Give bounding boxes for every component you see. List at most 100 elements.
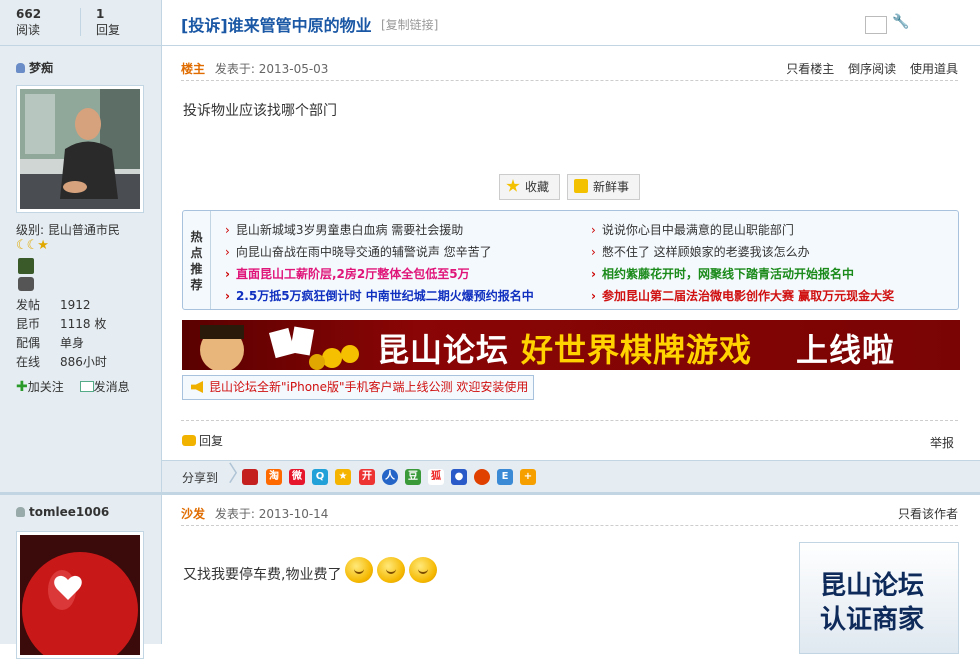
- author-sidebar: 662 阅读 1 回复 梦痴 级别: 昆山普通市民 ☾☾★ 发帖 1912 昆币 1…: [0, 0, 162, 659]
- hot-recommend-box: 热点推荐 昆山新城域3岁男童患白血病 需要社会援助 说说你心目中最满意的昆山职能…: [182, 210, 959, 310]
- replies-count: 1: [96, 7, 105, 21]
- stat-key: 配偶: [16, 336, 41, 350]
- share-more-icon[interactable]: +: [520, 469, 536, 485]
- stat-row: 昆币 1118 枚: [16, 315, 106, 334]
- post-separator: [0, 492, 161, 495]
- share-note-icon[interactable]: E: [497, 469, 513, 485]
- stats-divider: [80, 8, 81, 36]
- hot-label-text: 热点推荐: [190, 230, 203, 292]
- hot-link[interactable]: 说说你心目中最满意的昆山职能部门: [591, 221, 794, 238]
- share-apple-icon[interactable]: [474, 469, 490, 485]
- chevron-right-icon: 〉: [228, 462, 251, 487]
- stat-value: 1912: [60, 298, 91, 312]
- banner-artwork: [200, 325, 359, 370]
- avatar[interactable]: [16, 85, 144, 213]
- follow-label: 加关注: [27, 380, 64, 394]
- stat-value: 886小时: [60, 355, 107, 369]
- hot-link[interactable]: 2.5万抵5万疯狂倒计时 中南世纪城二期火爆预约报名中: [225, 287, 534, 304]
- follow-button[interactable]: ✚加关注: [16, 378, 64, 395]
- message-label: 发消息: [93, 380, 130, 394]
- share-weibo-icon[interactable]: [242, 469, 258, 485]
- replies-stat: 1 回复: [96, 6, 120, 38]
- notice-text: 昆山论坛全新"iPhone版"手机客户端上线公测 欢迎安装使用: [209, 380, 529, 394]
- hot-link[interactable]: 向昆山奋战在雨中晓导交通的辅警说声 您辛苦了: [225, 243, 492, 260]
- divider: [181, 525, 958, 526]
- user-icon: [16, 63, 25, 73]
- share-kaixin-icon[interactable]: 开: [359, 469, 375, 485]
- thread-title[interactable]: [投诉]谁来管管中原的物业: [181, 12, 372, 36]
- level-moon-icons: ☾☾★: [16, 238, 49, 253]
- game-banner-ad[interactable]: 昆山论坛 好世界棋牌游戏 上线啦: [182, 320, 960, 370]
- select-checkbox[interactable]: [865, 16, 887, 34]
- share-sina-icon[interactable]: 微: [289, 469, 305, 485]
- report-button[interactable]: 举报: [930, 434, 954, 451]
- reverse-order-link[interactable]: 倒序阅读: [848, 62, 896, 76]
- divider: [181, 420, 958, 421]
- wrench-icon[interactable]: 🔧: [892, 14, 909, 32]
- only-this-author-link[interactable]: 只看该作者: [898, 505, 958, 522]
- stat-value: 1118 枚: [60, 317, 107, 331]
- share-sohu-icon[interactable]: 狐: [428, 469, 444, 485]
- hot-link[interactable]: 憋不住了 这样顾娘家的老婆我该怎么办: [591, 243, 810, 260]
- only-author-link[interactable]: 只看楼主: [786, 62, 834, 76]
- reply-icon: [182, 435, 196, 446]
- news-icon: [574, 179, 588, 193]
- star-icon: [506, 179, 520, 192]
- author2-name-link[interactable]: tomlee1006: [29, 505, 109, 519]
- author-name[interactable]: 梦痴: [16, 59, 53, 76]
- app-notice[interactable]: 昆山论坛全新"iPhone版"手机客户端上线公测 欢迎安装使用: [182, 375, 534, 400]
- floor-label: 楼主: [181, 62, 206, 76]
- views-count: 662: [16, 7, 42, 21]
- share-qzone-icon[interactable]: Q: [312, 469, 328, 485]
- medal-badge-icon: [18, 258, 34, 274]
- avatar2[interactable]: [16, 531, 144, 659]
- emoji-smile-icon: [377, 557, 406, 583]
- reply-button[interactable]: 回复: [182, 432, 223, 449]
- share-baidu-icon[interactable]: ●: [451, 469, 467, 485]
- hot-link[interactable]: 直面昆山工薪阶层,2房2厅整体全包低至5万: [225, 265, 470, 282]
- post2-content: 又找我要停车费,物业费了: [183, 557, 438, 584]
- avatar-photo: [20, 89, 140, 209]
- thread-header: [投诉]谁来管管中原的物业 [复制链接] 🔧: [162, 0, 980, 46]
- stat-row: 发帖 1912: [16, 296, 91, 315]
- share-renren-icon[interactable]: 人: [382, 469, 398, 485]
- views-stat: 662 阅读: [16, 6, 41, 38]
- post2-date: 发表于: 2013-10-14: [214, 507, 329, 521]
- share-douban-icon[interactable]: 豆: [405, 469, 421, 485]
- post-content: 投诉物业应该找哪个部门: [183, 103, 337, 119]
- share-bar: 分享到 〉 淘 微 Q ★ 开 人 豆 狐 ● E +: [162, 460, 980, 493]
- views-label: 阅读: [16, 23, 41, 37]
- use-item-link[interactable]: 使用道具: [910, 62, 958, 76]
- stat-key: 昆币: [16, 317, 41, 331]
- post-separator: [162, 492, 980, 495]
- banner-text-1: 昆山论坛: [377, 331, 510, 369]
- fresh-news-button[interactable]: 新鲜事: [567, 174, 641, 200]
- share-taobao-icon[interactable]: 淘: [266, 469, 282, 485]
- envelope-icon: [79, 381, 94, 392]
- hot-link[interactable]: 相约紫藤花开时，网聚线下踏青活动开始报名中: [591, 265, 854, 282]
- certified-merchant-ad[interactable]: 昆山论坛 认证商家: [799, 542, 959, 654]
- emoji-smile-icon: [345, 557, 374, 583]
- replies-label: 回复: [96, 23, 121, 37]
- banner-text-2: 好世界棋牌游戏: [521, 331, 753, 369]
- message-button[interactable]: 发消息: [79, 378, 130, 395]
- speaker-icon: [191, 381, 203, 393]
- thread-stats: 662 阅读 1 回复: [0, 0, 161, 46]
- divider: [181, 80, 958, 81]
- plus-icon: ✚: [16, 379, 28, 395]
- post-date: 发表于: 2013-05-03: [214, 62, 329, 76]
- favorite-button[interactable]: 收藏: [499, 174, 561, 200]
- thread-main: [投诉]谁来管管中原的物业 [复制链接] 🔧 楼主 发表于: 2013-05-0…: [162, 0, 980, 654]
- emoji-smile-icon: [409, 557, 438, 583]
- ad-line-2: 认证商家: [820, 605, 925, 635]
- user-icon: [16, 507, 25, 517]
- author-name-link[interactable]: 梦痴: [29, 61, 53, 75]
- hot-link[interactable]: 昆山新城域3岁男童患白血病 需要社会援助: [225, 221, 463, 238]
- author2-name[interactable]: tomlee1006: [16, 505, 109, 519]
- share-favorite-icon[interactable]: ★: [335, 469, 351, 485]
- hot-link[interactable]: 参加昆山第二届法治微电影创作大赛 赢取万元现金大奖: [591, 287, 894, 304]
- stat-value: 单身: [60, 336, 85, 350]
- fresh-news-label: 新鲜事: [593, 180, 630, 194]
- copy-link-button[interactable]: [复制链接]: [381, 16, 438, 33]
- post-tools: 只看楼主 倒序阅读 使用道具: [776, 60, 958, 77]
